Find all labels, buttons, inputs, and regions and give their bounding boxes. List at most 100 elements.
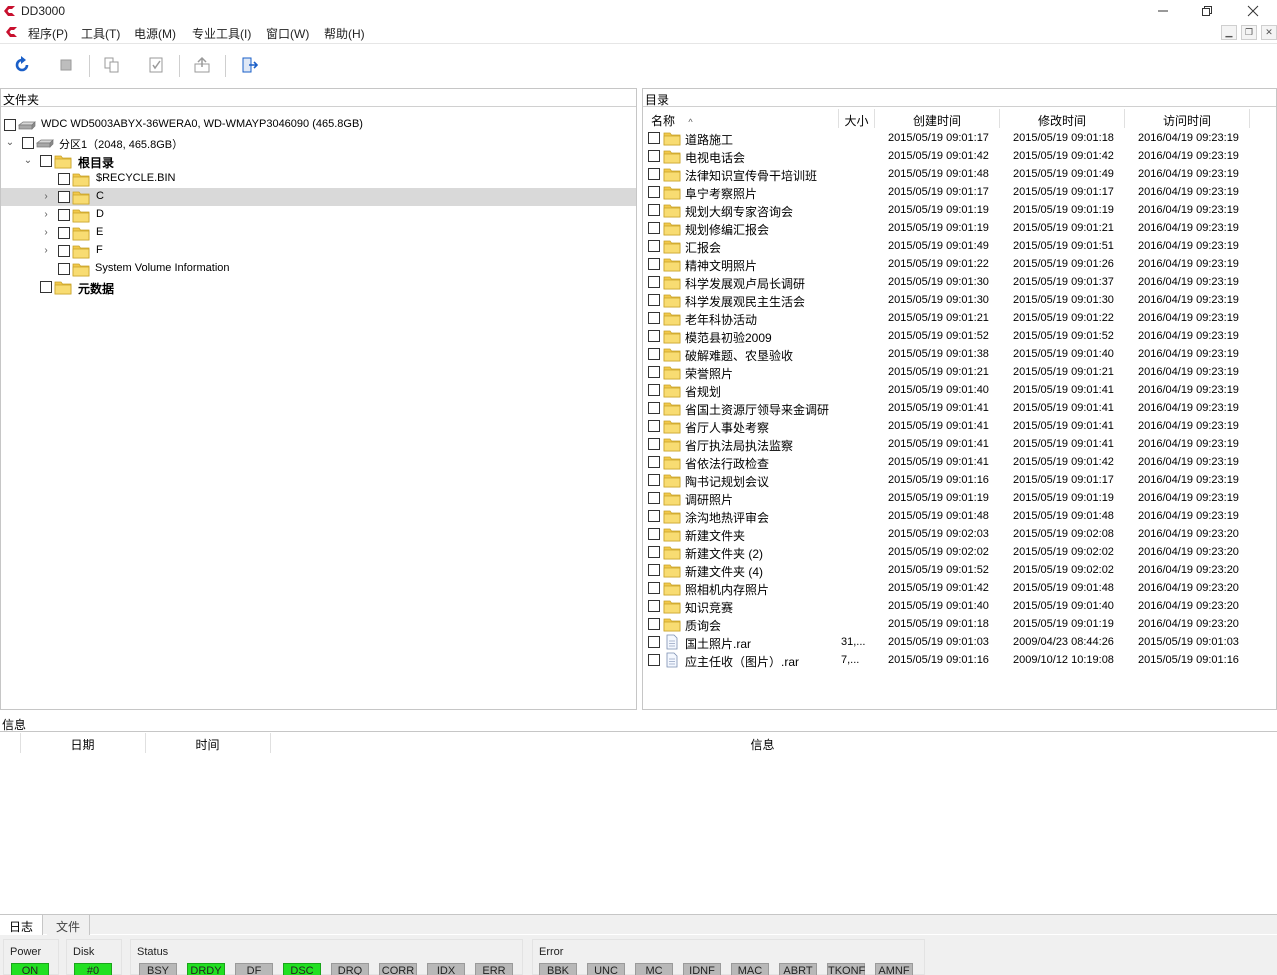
info-date-header[interactable]: 日期 <box>20 736 145 753</box>
row-checkbox[interactable] <box>648 312 660 324</box>
minimize-button[interactable] <box>1140 0 1186 22</box>
row-checkbox[interactable] <box>648 510 660 522</box>
column-modified-header[interactable]: 修改时间 <box>1000 109 1125 128</box>
row-checkbox[interactable] <box>648 186 660 198</box>
row-checkbox[interactable] <box>648 132 660 144</box>
table-row[interactable]: 汇报会 2015/05/19 09:01:49 2015/05/19 09:01:5… <box>643 237 1276 255</box>
table-row[interactable]: 科学发展观卢局长调研 2015/05/19 09:01:30 2015/05/19 … <box>643 273 1276 291</box>
tab-files[interactable]: 文件 <box>47 915 91 935</box>
mdi-close-button[interactable]: ✕ <box>1261 25 1277 40</box>
menu-tools[interactable]: 工具(T) <box>81 25 120 42</box>
row-checkbox[interactable] <box>648 294 660 306</box>
restore-button[interactable] <box>1184 0 1230 22</box>
table-row[interactable]: 质询会 2015/05/19 09:01:18 2015/05/19 09:01:1… <box>643 615 1276 633</box>
mdi-minimize-button[interactable]: ▁ <box>1221 25 1237 40</box>
row-checkbox[interactable] <box>648 168 660 180</box>
column-created-header[interactable]: 创建时间 <box>875 109 1000 128</box>
column-accessed-header[interactable]: 访问时间 <box>1125 109 1250 128</box>
row-checkbox[interactable] <box>648 492 660 504</box>
tree-item-metadata[interactable]: 元数据 <box>1 278 636 296</box>
tree-checkbox[interactable] <box>58 227 70 239</box>
column-size-header[interactable]: 大小 <box>839 109 875 128</box>
row-checkbox[interactable] <box>648 348 660 360</box>
row-checkbox[interactable] <box>648 474 660 486</box>
table-row[interactable]: 省规划 2015/05/19 09:01:40 2015/05/19 09:01:4… <box>643 381 1276 399</box>
tree-item-partition[interactable]: ⌄ 分区1（2048, 465.8GB） <box>1 134 636 152</box>
row-checkbox[interactable] <box>648 222 660 234</box>
expand-arrow-icon[interactable]: › <box>41 209 51 221</box>
table-row[interactable]: 模范县初验2009 2015/05/19 09:01:52 2015/05/19 0… <box>643 327 1276 345</box>
table-row[interactable]: 法律知识宣传骨干培训班 2015/05/19 09:01:48 2015/05/19… <box>643 165 1276 183</box>
table-row[interactable]: 省厅人事处考察 2015/05/19 09:01:41 2015/05/19 09:… <box>643 417 1276 435</box>
table-row[interactable]: 破解难题、农垦验收 2015/05/19 09:01:38 2015/05/19 0… <box>643 345 1276 363</box>
exit-button[interactable] <box>238 54 260 76</box>
verify-button[interactable] <box>145 54 167 76</box>
row-checkbox[interactable] <box>648 402 660 414</box>
column-name-header[interactable]: 名称 ^ <box>643 109 839 128</box>
menu-help[interactable]: 帮助(H) <box>324 25 365 42</box>
expand-arrow-icon[interactable]: › <box>41 227 51 239</box>
stop-button[interactable] <box>55 54 77 76</box>
menu-window[interactable]: 窗口(W) <box>266 25 309 42</box>
row-checkbox[interactable] <box>648 528 660 540</box>
tree-checkbox[interactable] <box>4 119 16 131</box>
tree-item-d[interactable]: › D <box>1 206 636 224</box>
table-row[interactable]: 道路施工 2015/05/19 09:01:17 2015/05/19 09:01:… <box>643 129 1276 147</box>
row-checkbox[interactable] <box>648 636 660 648</box>
table-row[interactable]: 省国土资源厅领导来金调研 2015/05/19 09:01:41 2015/05/1… <box>643 399 1276 417</box>
row-checkbox[interactable] <box>648 654 660 666</box>
row-checkbox[interactable] <box>648 366 660 378</box>
tree-checkbox[interactable] <box>58 263 70 275</box>
table-row[interactable]: 阜宁考察照片 2015/05/19 09:01:17 2015/05/19 09:0… <box>643 183 1276 201</box>
row-checkbox[interactable] <box>648 384 660 396</box>
tree-item-f[interactable]: › F <box>1 242 636 260</box>
row-checkbox[interactable] <box>648 582 660 594</box>
menu-program[interactable]: 程序(P) <box>28 25 68 42</box>
collapse-arrow-icon[interactable]: ⌄ <box>5 137 15 149</box>
row-checkbox[interactable] <box>648 204 660 216</box>
table-row[interactable]: 省依法行政检查 2015/05/19 09:01:41 2015/05/19 09:… <box>643 453 1276 471</box>
menu-power[interactable]: 电源(M) <box>134 25 176 42</box>
row-checkbox[interactable] <box>648 438 660 450</box>
refresh-button[interactable] <box>11 54 33 76</box>
tree-checkbox[interactable] <box>58 173 70 185</box>
tree-checkbox[interactable] <box>40 281 52 293</box>
row-checkbox[interactable] <box>648 618 660 630</box>
info-message-header[interactable]: 信息 <box>270 736 1255 753</box>
table-row[interactable]: 科学发展观民主生活会 2015/05/19 09:01:30 2015/05/19 … <box>643 291 1276 309</box>
row-checkbox[interactable] <box>648 240 660 252</box>
row-checkbox[interactable] <box>648 564 660 576</box>
collapse-arrow-icon[interactable]: ⌄ <box>23 155 33 167</box>
row-checkbox[interactable] <box>648 330 660 342</box>
info-time-header[interactable]: 时间 <box>145 736 270 753</box>
export-button[interactable] <box>191 54 213 76</box>
tree-item-root[interactable]: ⌄ 根目录 <box>1 152 636 170</box>
table-row[interactable]: 荣誉照片 2015/05/19 09:01:21 2015/05/19 09:01:… <box>643 363 1276 381</box>
table-row[interactable]: 应主任收（图片）.rar 7,... 2015/05/19 09:01:16 2009… <box>643 651 1276 669</box>
tree-item-disk[interactable]: WDC WD5003ABYX-36WERA0, WD-WMAYP3046090 … <box>1 116 636 134</box>
table-row[interactable]: 规划大纲专家咨询会 2015/05/19 09:01:19 2015/05/19 0… <box>643 201 1276 219</box>
tree-item-system-volume-info[interactable]: System Volume Information <box>1 260 636 278</box>
row-checkbox[interactable] <box>648 276 660 288</box>
copy-button[interactable] <box>101 54 123 76</box>
table-row[interactable]: 精神文明照片 2015/05/19 09:01:22 2015/05/19 09:0… <box>643 255 1276 273</box>
close-button[interactable] <box>1230 0 1276 22</box>
menu-pro-tools[interactable]: 专业工具(I) <box>192 25 251 42</box>
tree-checkbox[interactable] <box>58 191 70 203</box>
table-row[interactable]: 涂沟地热评审会 2015/05/19 09:01:48 2015/05/19 09:… <box>643 507 1276 525</box>
row-checkbox[interactable] <box>648 258 660 270</box>
table-row[interactable]: 调研照片 2015/05/19 09:01:19 2015/05/19 09:01:… <box>643 489 1276 507</box>
tree-checkbox[interactable] <box>22 137 34 149</box>
expand-arrow-icon[interactable]: › <box>41 191 51 203</box>
row-checkbox[interactable] <box>648 420 660 432</box>
tree-item-recycle-bin[interactable]: $RECYCLE.BIN <box>1 170 636 188</box>
table-row[interactable]: 规划修编汇报会 2015/05/19 09:01:19 2015/05/19 09:… <box>643 219 1276 237</box>
table-row[interactable]: 照相机内存照片 2015/05/19 09:01:42 2015/05/19 09:… <box>643 579 1276 597</box>
tree-checkbox[interactable] <box>58 209 70 221</box>
tree-item-c[interactable]: › C <box>1 188 636 206</box>
mdi-restore-button[interactable]: ❐ <box>1241 25 1257 40</box>
table-row[interactable]: 省厅执法局执法监察 2015/05/19 09:01:41 2015/05/19 0… <box>643 435 1276 453</box>
row-checkbox[interactable] <box>648 546 660 558</box>
table-row[interactable]: 国土照片.rar 31,... 2015/05/19 09:01:03 2009/04… <box>643 633 1276 651</box>
tree-checkbox[interactable] <box>58 245 70 257</box>
